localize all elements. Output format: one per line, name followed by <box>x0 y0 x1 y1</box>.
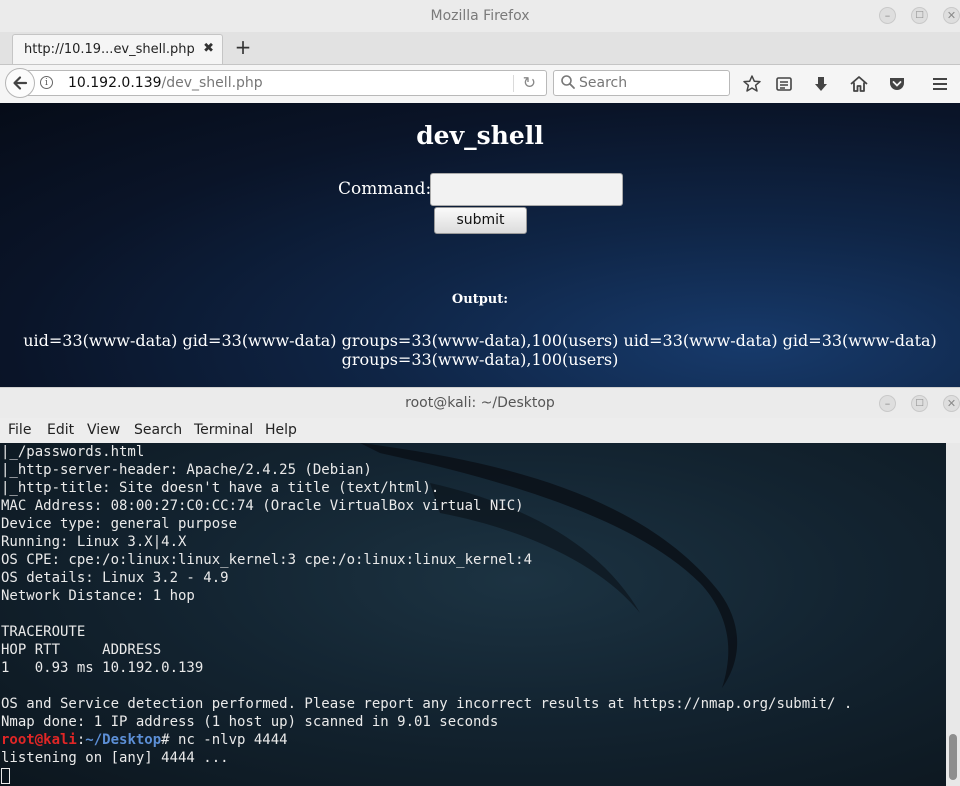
terminal-output[interactable]: |_/passwords.html |_http-server-header: A… <box>0 443 946 786</box>
terminal-line: |_http-server-header: Apache/2.4.25 (Deb… <box>1 462 372 478</box>
menu-hamburger-icon[interactable] <box>930 74 950 94</box>
reload-icon[interactable]: ↻ <box>523 73 536 92</box>
pocket-icon[interactable] <box>887 74 907 94</box>
command-label: Command: <box>338 179 432 199</box>
terminal-minimize-icon[interactable]: – <box>879 395 896 412</box>
tab-close-icon[interactable]: ✖ <box>203 41 214 56</box>
terminal-window-title: root@kali: ~/Desktop <box>405 395 555 411</box>
output-text: uid=33(www-data) gid=33(www-data) groups… <box>23 331 937 369</box>
url-host: 10.192.0.139 <box>68 75 162 91</box>
menu-edit[interactable]: Edit <box>47 422 74 438</box>
terminal-cursor <box>1 768 10 784</box>
terminal-line: Device type: general purpose <box>1 516 238 532</box>
output-label: Output: <box>451 292 509 307</box>
firefox-window: Mozilla Firefox – □ ✕ http://10.19...ev_… <box>0 0 960 388</box>
firefox-titlebar: Mozilla Firefox – □ ✕ <box>0 0 960 32</box>
terminal-line: Running: Linux 3.X|4.X <box>1 534 187 550</box>
menu-help[interactable]: Help <box>265 422 297 438</box>
tab-bar: http://10.19...ev_shell.php ✖ + <box>0 32 960 65</box>
terminal-line: HOP RTT ADDRESS <box>1 642 162 658</box>
terminal-scrollbar-thumb[interactable] <box>949 734 957 780</box>
reading-list-icon[interactable] <box>774 74 794 94</box>
tab-dev-shell[interactable]: http://10.19...ev_shell.php ✖ <box>12 34 223 64</box>
navigation-toolbar: i 10.192.0.139/dev_shell.php ↻ Search <box>0 65 960 104</box>
page-content: dev_shell Command: submit Output: uid=33… <box>0 103 960 388</box>
download-icon[interactable] <box>811 74 831 94</box>
terminal-line: listening on [any] 4444 ... <box>1 750 229 766</box>
url-bar[interactable]: i 10.192.0.139/dev_shell.php ↻ <box>28 70 547 96</box>
terminal-prompt-line: root@kali:~/Desktop# nc -nlvp 4444 <box>1 731 288 749</box>
terminal-window: root@kali: ~/Desktop – □ ✕ File Edit Vie… <box>0 387 960 786</box>
home-icon[interactable] <box>849 74 869 94</box>
prompt-path: ~/Desktop <box>85 732 162 748</box>
terminal-line: Nmap done: 1 IP address (1 host up) scan… <box>1 714 499 730</box>
back-arrow-icon <box>13 76 28 90</box>
site-info-icon[interactable]: i <box>40 76 53 89</box>
url-text[interactable]: 10.192.0.139/dev_shell.php <box>68 75 263 91</box>
terminal-menubar: File Edit View Search Terminal Help <box>0 418 960 444</box>
terminal-line: |_http-title: Site doesn't have a title … <box>1 480 440 496</box>
terminal-line: Network Distance: 1 hop <box>1 588 195 604</box>
terminal-line: OS details: Linux 3.2 - 4.9 <box>1 570 229 586</box>
minimize-icon[interactable]: – <box>879 7 896 24</box>
terminal-close-icon[interactable]: ✕ <box>943 395 960 412</box>
bookmark-star-icon[interactable] <box>742 74 762 94</box>
url-divider <box>513 75 514 92</box>
back-button[interactable] <box>5 68 35 98</box>
prompt-symbol: # <box>161 732 170 748</box>
menu-terminal[interactable]: Terminal <box>194 422 253 438</box>
search-icon <box>561 75 575 89</box>
search-input[interactable]: Search <box>553 70 730 96</box>
menu-file[interactable]: File <box>8 422 31 438</box>
menu-search[interactable]: Search <box>134 422 182 438</box>
terminal-line: OS and Service detection performed. Plea… <box>1 696 853 712</box>
prompt-user: root@kali <box>1 732 77 748</box>
terminal-line: 1 0.93 ms 10.192.0.139 <box>1 660 204 676</box>
menu-view[interactable]: View <box>87 422 120 438</box>
url-path: /dev_shell.php <box>161 75 263 91</box>
search-placeholder: Search <box>579 75 628 91</box>
new-tab-icon[interactable]: + <box>232 37 254 59</box>
maximize-icon[interactable]: □ <box>911 7 928 24</box>
terminal-line: OS CPE: cpe:/o:linux:linux_kernel:3 cpe:… <box>1 552 533 568</box>
terminal-line: |_/passwords.html <box>1 444 145 460</box>
terminal-maximize-icon[interactable]: □ <box>911 395 928 412</box>
prompt-command: nc -nlvp 4444 <box>169 732 288 748</box>
terminal-line: MAC Address: 08:00:27:C0:CC:74 (Oracle V… <box>1 498 524 514</box>
terminal-titlebar: root@kali: ~/Desktop – □ ✕ <box>0 387 960 418</box>
command-input[interactable] <box>430 173 623 206</box>
close-icon[interactable]: ✕ <box>943 7 960 24</box>
firefox-window-title: Mozilla Firefox <box>430 8 530 24</box>
page-title: dev_shell <box>416 121 544 150</box>
terminal-scrollbar[interactable] <box>946 443 960 786</box>
tab-label: http://10.19...ev_shell.php <box>24 42 195 57</box>
terminal-line: TRACEROUTE <box>1 624 86 640</box>
submit-button[interactable]: submit <box>434 207 527 234</box>
